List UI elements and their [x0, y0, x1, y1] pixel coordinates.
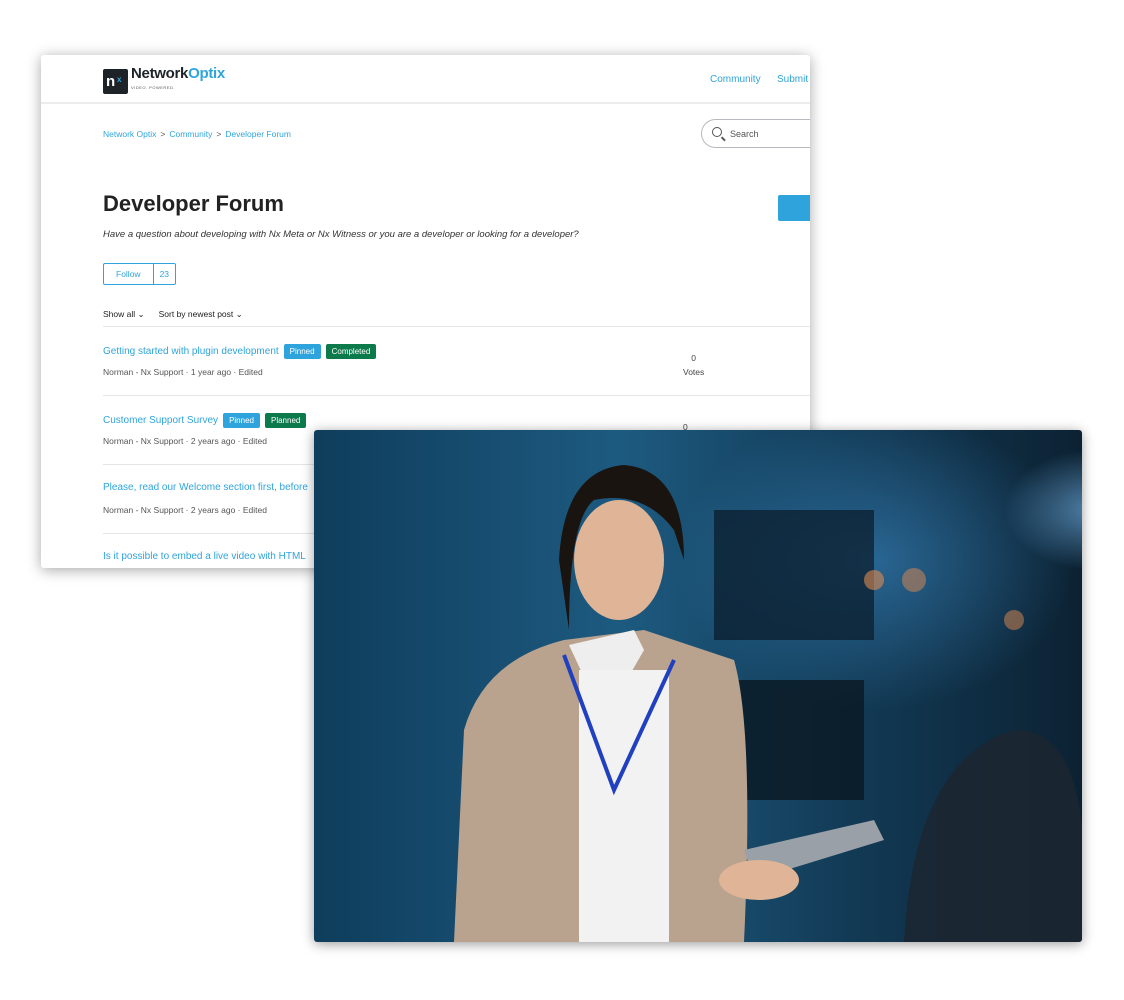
- search-placeholder: Search: [730, 129, 759, 139]
- post-edited: Edited: [238, 367, 263, 377]
- post-author[interactable]: Norman - Nx Support: [103, 367, 183, 377]
- list-item: Getting started with plugin development P…: [103, 326, 810, 395]
- network-optix-logo[interactable]: nx NetworkOptix VIDEO. POWERED.: [103, 65, 225, 95]
- post-title[interactable]: Please, read our Welcome section first, …: [103, 482, 308, 493]
- logo-tagline: VIDEO. POWERED.: [131, 85, 175, 90]
- post-time: 1 year ago: [190, 367, 232, 377]
- vote-count: 0: [691, 353, 696, 363]
- pinned-badge: Pinned: [223, 413, 260, 428]
- completed-badge: Completed: [325, 344, 377, 359]
- follow-label: Follow: [116, 269, 141, 279]
- page-description: Have a question about developing with Nx…: [103, 229, 579, 240]
- post-title[interactable]: Customer Support Survey: [103, 415, 218, 426]
- logo-text-accent: Optix: [188, 65, 225, 82]
- post-author[interactable]: Norman - Nx Support: [103, 436, 183, 446]
- nx-logo-icon: nx: [103, 68, 128, 94]
- follow-count: 23: [152, 264, 175, 284]
- post-title[interactable]: Getting started with plugin development: [103, 346, 279, 357]
- post-edited: Edited: [242, 436, 267, 446]
- breadcrumb-network-optix[interactable]: Network Optix: [103, 129, 156, 139]
- site-header: nx NetworkOptix VIDEO. POWERED. Community…: [41, 55, 810, 104]
- developer-photo: [314, 430, 1082, 942]
- post-title[interactable]: Is it possible to embed a live video wit…: [103, 551, 306, 562]
- follow-button[interactable]: Follow 23: [103, 263, 177, 285]
- page-title: Developer Forum: [103, 191, 284, 216]
- show-all-dropdown[interactable]: Show all ⌄: [103, 309, 145, 319]
- breadcrumb-community[interactable]: Community: [169, 129, 212, 139]
- nav-community[interactable]: Community: [710, 74, 761, 85]
- person-with-tablet-illustration: [454, 465, 1082, 942]
- pinned-badge: Pinned: [283, 344, 321, 359]
- nav-submit[interactable]: Submit: [777, 74, 808, 85]
- post-time: 2 years ago: [190, 436, 236, 446]
- new-post-button[interactable]: [778, 195, 810, 221]
- post-time: 2 years ago: [190, 505, 236, 515]
- planned-badge: Planned: [264, 413, 307, 428]
- logo-text: Network: [131, 65, 189, 82]
- search-icon: [712, 127, 722, 137]
- search-input[interactable]: Search: [701, 119, 810, 148]
- breadcrumb-developer-forum[interactable]: Developer Forum: [225, 129, 291, 139]
- votes-label: Votes: [683, 367, 705, 377]
- post-edited: Edited: [242, 505, 267, 515]
- sort-dropdown[interactable]: Sort by newest post ⌄: [159, 309, 243, 319]
- breadcrumb: Network Optix > Community > Developer Forum: [103, 129, 291, 139]
- post-author[interactable]: Norman - Nx Support: [103, 505, 183, 515]
